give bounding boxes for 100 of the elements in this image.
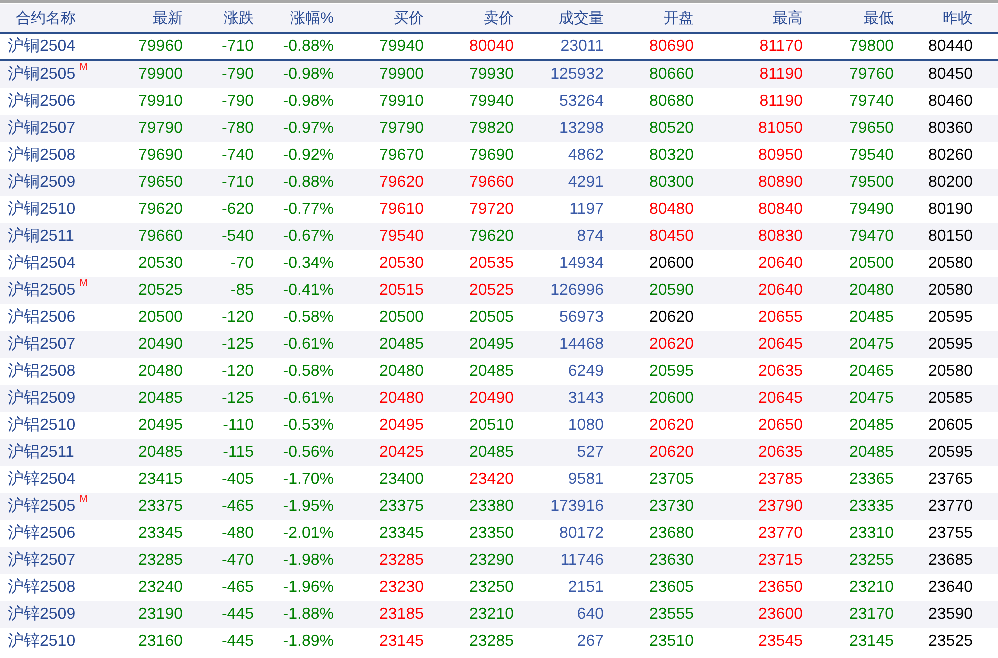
table-cell-text: 80260 [928, 146, 973, 164]
table-row[interactable]: 沪铝2511 20485 -115 -0.56% 20425 20485 527 20620 20635 20485 20595 [0, 439, 998, 466]
table-cell-text: 13298 [558, 120, 604, 138]
table-cell-text: -0.61% [282, 390, 334, 408]
table-cell-text: 23310 [848, 524, 894, 542]
table-cell-text: -120 [220, 308, 254, 326]
table-cell-text: 20500 [848, 254, 894, 272]
table-cell-text: 20580 [928, 282, 973, 300]
table-cell-text: 20480 [138, 362, 183, 380]
table-cell-text: 23590 [928, 606, 973, 624]
table-cell-text: 9581 [567, 470, 604, 488]
table-cell-text: -85 [230, 282, 254, 300]
table-row[interactable]: 沪铜2505 M 79900 -790 -0.98% 79900 79930 125932 80660 81190 79760 80450 [0, 61, 998, 88]
column-header[interactable]: 合约名称 [0, 8, 125, 28]
contract-name: 沪锌2506 [8, 524, 76, 544]
contract-name: 沪锌2505 [8, 496, 76, 517]
table-cell-text: 125932 [550, 66, 604, 84]
table-cell-text: 23600 [758, 606, 803, 624]
column-header[interactable]: 成交量 [514, 8, 604, 28]
column-header[interactable]: 买价 [334, 8, 424, 28]
table-cell-text: -710 [220, 38, 254, 56]
table-cell-text: -0.77% [282, 200, 334, 218]
table-row[interactable]: 沪锌2505 M 23375 -465 -1.95% 23375 23380 173916 23730 23790 23335 23770 [0, 493, 998, 520]
table-cell-text: 23210 [468, 606, 514, 624]
column-header[interactable]: 最低 [803, 8, 894, 28]
column-header[interactable]: 最新 [125, 8, 183, 28]
table-row[interactable]: 沪铜2504 79960 -710 -0.88% 79940 80040 23011 80690 81170 79800 80440 [0, 34, 998, 61]
table-row[interactable]: 沪铜2509 79650 -710 -0.88% 79620 79660 4291 80300 80890 79500 80200 [0, 169, 998, 196]
table-cell-text: 20500 [378, 308, 424, 326]
table-cell-text: 173916 [550, 498, 604, 516]
table-cell-text: 11746 [560, 552, 604, 570]
table-cell-text: -465 [220, 498, 254, 516]
contract-name: 沪铜2507 [8, 118, 76, 139]
table-cell-text: -0.88% [282, 174, 334, 192]
table-cell-text: 20490 [138, 336, 183, 354]
table-cell-text: 79910 [138, 92, 183, 110]
table-cell-text: 20595 [928, 336, 973, 354]
table-cell-text: 23185 [378, 606, 424, 624]
column-header[interactable]: 最高 [694, 8, 803, 28]
table-cell-text: 79650 [138, 174, 183, 192]
table-cell-text: 20600 [648, 390, 694, 408]
column-header[interactable]: 涨幅% [254, 8, 334, 28]
table-cell-text: 20485 [848, 444, 894, 462]
table-cell-text: 20640 [758, 254, 803, 272]
contract-name: 沪铝2505 [8, 280, 76, 301]
table-cell-text: -710 [220, 174, 254, 192]
table-row[interactable]: 沪铝2509 20485 -125 -0.61% 20480 20490 3143 20600 20645 20475 20585 [0, 385, 998, 412]
table-row[interactable]: 沪锌2509 23190 -445 -1.88% 23185 23210 640 23555 23600 23170 23590 [0, 601, 998, 628]
column-header[interactable]: 涨跌 [183, 8, 254, 28]
table-cell-text: 20535 [468, 254, 514, 272]
table-cell-text: 20495 [138, 416, 183, 434]
table-cell-text: 23230 [378, 578, 424, 596]
main-contract-mark: M [80, 494, 88, 505]
table-row[interactable]: 沪铜2507 79790 -780 -0.97% 79790 79820 13298 80520 81050 79650 80360 [0, 115, 998, 142]
table-cell-text: 20530 [378, 254, 424, 272]
table-row[interactable]: 沪铝2505 M 20525 -85 -0.41% 20515 20525 126996 20590 20640 20480 20580 [0, 277, 998, 304]
contract-name: 沪铝2509 [8, 388, 76, 409]
table-cell-text: 23630 [648, 552, 694, 570]
table-cell-text: 81170 [758, 38, 803, 56]
column-header[interactable]: 卖价 [424, 8, 514, 28]
table-cell-text: -0.53% [282, 416, 334, 434]
table-cell-text: -0.61% [282, 336, 334, 354]
table-cell-text: -445 [220, 606, 254, 624]
table-cell-text: 80840 [758, 200, 803, 218]
table-cell-text: 79790 [378, 120, 424, 138]
column-header[interactable]: 昨收 [894, 8, 973, 28]
table-cell-text: 20620 [648, 416, 694, 434]
table-cell-text: 20635 [758, 444, 803, 462]
table-row[interactable]: 沪铝2507 20490 -125 -0.61% 20485 20495 14468 20620 20645 20475 20595 [0, 331, 998, 358]
contract-name: 沪铜2506 [8, 92, 76, 112]
contract-name: 沪铝2504 [8, 254, 76, 274]
table-cell-text: 80480 [648, 200, 694, 218]
column-header[interactable]: 开盘 [604, 8, 694, 28]
table-cell-text: 23785 [758, 470, 803, 488]
table-cell-text: -1.95% [282, 498, 334, 516]
table-row[interactable]: 沪铜2511 79660 -540 -0.67% 79540 79620 874 80450 80830 79470 80150 [0, 223, 998, 250]
table-cell-text: 23335 [848, 498, 894, 516]
table-cell-text: 79660 [138, 228, 183, 246]
table-cell-text: 23605 [648, 578, 694, 596]
table-cell-text: 79760 [848, 66, 894, 84]
table-cell-text: -480 [220, 524, 254, 542]
table-cell-text: 79900 [378, 66, 424, 84]
table-cell-text: 20485 [468, 362, 514, 380]
table-cell-text: 80150 [928, 228, 973, 246]
table-cell-text: 79820 [468, 120, 514, 138]
table-cell-text: 126996 [550, 282, 604, 300]
table-cell-text: 20655 [758, 308, 803, 326]
table-cell-text: 23650 [758, 578, 803, 596]
table-cell-text: 23400 [378, 470, 424, 488]
table-cell-text: 79660 [468, 174, 514, 192]
table-cell-text: 2151 [567, 578, 604, 596]
table-row[interactable]: 沪锌2507 23285 -470 -1.98% 23285 23290 11746 23630 23715 23255 23685 [0, 547, 998, 574]
table-cell-text: 20510 [468, 416, 514, 434]
table-cell-text: -1.70% [282, 470, 334, 488]
table-cell-text: -780 [220, 120, 254, 138]
table-cell-text: 80190 [928, 200, 973, 218]
table-cell-text: 81190 [758, 66, 803, 84]
table-cell-text: 80680 [648, 92, 694, 110]
table-cell-text: 23415 [138, 470, 183, 488]
table-cell-text: -0.41% [282, 282, 334, 300]
